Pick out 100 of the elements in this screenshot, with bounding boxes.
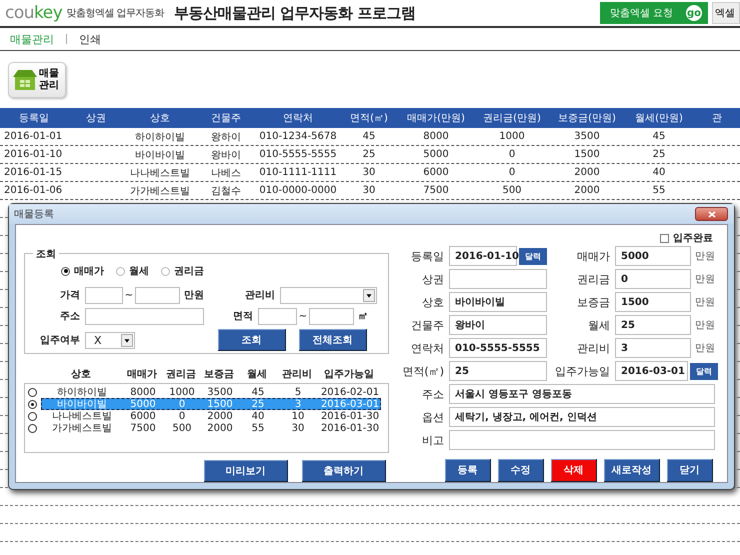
list-cell[interactable]: 1000 xyxy=(163,386,201,398)
search-all-button[interactable]: 전체조회 xyxy=(299,329,367,351)
list-cell[interactable]: 2000 xyxy=(201,410,239,422)
input-field[interactable]: 3 xyxy=(615,338,691,358)
list-cell[interactable]: 0 xyxy=(163,410,201,422)
field-label: 상권 xyxy=(421,272,445,286)
list-cell[interactable]: 2016-01-30 xyxy=(319,422,381,434)
list-cell[interactable]: 55 xyxy=(239,422,277,434)
input-field[interactable] xyxy=(309,308,354,324)
input-field[interactable] xyxy=(135,286,180,304)
column-header: 관 xyxy=(711,112,723,125)
input-field[interactable]: 세탁기, 냉장고, 에어컨, 인덕션 xyxy=(449,407,715,427)
input-field[interactable]: 010-5555-5555 xyxy=(449,338,547,358)
input-field[interactable]: 바이바이빌 xyxy=(449,292,547,312)
list-cell[interactable]: 6000 xyxy=(123,410,163,422)
field-label: 면적(㎡) xyxy=(401,364,445,378)
table-cell-text: 45 xyxy=(362,131,376,142)
form-action-button[interactable]: 닫기 xyxy=(667,459,713,482)
fee-dropdown[interactable] xyxy=(280,286,377,304)
calendar-button[interactable]: 달력 xyxy=(519,248,547,264)
table-cell-text: 김철수 xyxy=(210,184,242,198)
form-action-button[interactable]: 수정 xyxy=(498,459,544,482)
list-cell[interactable]: 2000 xyxy=(201,422,239,434)
table-cell-text: 30 xyxy=(362,167,376,178)
table-cell-text: 6000 xyxy=(422,167,450,178)
unit-label: 만원 xyxy=(694,296,715,309)
column-header: 월세(만원) xyxy=(634,112,684,125)
input-field[interactable] xyxy=(258,308,297,324)
go-badge: go xyxy=(686,5,702,21)
column-header: 연락처 xyxy=(282,112,314,125)
list-action-button[interactable]: 출력하기 xyxy=(302,460,386,482)
unit-label: 만원 xyxy=(183,289,205,302)
input-field[interactable]: 25 xyxy=(615,315,691,335)
list-cell[interactable]: 8000 xyxy=(123,386,163,398)
list-cell[interactable]: 가가베스트빌 xyxy=(41,421,123,435)
list-cell[interactable]: 3500 xyxy=(201,386,239,398)
table-cell-text: 010-5555-5555 xyxy=(258,149,338,160)
input-field[interactable]: 왕바이 xyxy=(449,315,547,335)
dialog-title: 매물등록 xyxy=(14,208,54,221)
list-cell[interactable]: 5 xyxy=(277,386,319,398)
list-cell[interactable]: 2016-02-01 xyxy=(319,386,381,398)
list-cell[interactable]: 10 xyxy=(277,410,319,422)
input-field[interactable] xyxy=(449,430,715,450)
list-cell[interactable]: 나나베스트빌 xyxy=(41,409,123,423)
address-field[interactable] xyxy=(85,308,204,324)
close-button[interactable] xyxy=(695,207,728,221)
radio-button[interactable] xyxy=(28,424,37,432)
nav-tab[interactable]: 매물관리 xyxy=(10,32,54,46)
list-cell[interactable]: 하이하이빌 xyxy=(41,385,123,399)
list-cell[interactable]: 500 xyxy=(163,422,201,434)
nav-tab[interactable]: 인쇄 xyxy=(79,32,101,46)
unit-label: 만원 xyxy=(694,319,715,332)
field-label: 연락처 xyxy=(410,340,445,356)
column-header: 상호 xyxy=(149,112,171,125)
list-action-button[interactable]: 미리보기 xyxy=(204,460,288,482)
list-cell[interactable]: 7500 xyxy=(123,422,163,434)
form-action-button[interactable]: 삭제 xyxy=(551,459,597,482)
list-cell[interactable]: 40 xyxy=(239,410,277,422)
field-label: 등록일 xyxy=(410,248,445,264)
input-field[interactable]: 0 xyxy=(615,269,691,289)
input-field[interactable]: 2016-01-10 xyxy=(449,246,517,266)
table-cell-text: 나나베스트빌 xyxy=(129,166,191,180)
table-cell-text: 25 xyxy=(652,149,666,160)
list-cell[interactable]: 45 xyxy=(239,386,277,398)
input-field[interactable]: 25 xyxy=(449,361,547,381)
radio-button[interactable] xyxy=(28,400,37,408)
form-action-button[interactable]: 등록 xyxy=(445,459,491,482)
input-field[interactable]: 2016-03-01 xyxy=(615,361,688,381)
field-label: 상호 xyxy=(421,294,445,310)
group-label: 조회 xyxy=(33,247,59,261)
calendar-button[interactable]: 달력 xyxy=(690,362,718,380)
form-action-button[interactable]: 새로작성 xyxy=(604,459,660,482)
search-button[interactable]: 조회 xyxy=(218,329,286,351)
radio-option[interactable]: 권리금 xyxy=(161,264,204,278)
checkbox[interactable] xyxy=(660,234,669,242)
table-cell-text: 1000 xyxy=(498,131,526,142)
column-header: 관리비 xyxy=(281,368,313,381)
input-field[interactable]: 1500 xyxy=(615,292,691,312)
field-label: 매매가 xyxy=(576,248,611,264)
occupancy-dropdown[interactable]: X xyxy=(85,332,135,348)
radio-button[interactable] xyxy=(28,412,37,420)
caret-icon xyxy=(363,288,375,302)
field-label: 입주가능일 xyxy=(554,364,611,378)
unit-label: ㎡ xyxy=(357,310,368,323)
request-button[interactable]: 맞춤엑셀 요청 go xyxy=(600,2,708,24)
radio-button[interactable] xyxy=(28,388,37,396)
tilde: ~ xyxy=(298,310,308,322)
list-cell[interactable]: 2016-01-30 xyxy=(319,410,381,422)
list-cell[interactable]: 30 xyxy=(277,422,319,434)
radio-option[interactable]: 월세 xyxy=(116,264,149,278)
input-field[interactable]: 5000 xyxy=(615,246,691,266)
checkbox-label: 입주완료 xyxy=(673,232,713,245)
column-header: 등록일 xyxy=(18,112,50,125)
excel-button[interactable]: 엑셀 xyxy=(712,2,740,24)
column-header: 상권 xyxy=(85,112,107,125)
property-button[interactable]: 매물 관리 xyxy=(8,62,66,98)
radio-option[interactable]: 매매가 xyxy=(61,264,104,278)
input-field[interactable] xyxy=(85,286,123,304)
input-field[interactable]: 서울시 영등포구 영등포동 xyxy=(449,384,715,404)
input-field[interactable] xyxy=(449,269,547,289)
